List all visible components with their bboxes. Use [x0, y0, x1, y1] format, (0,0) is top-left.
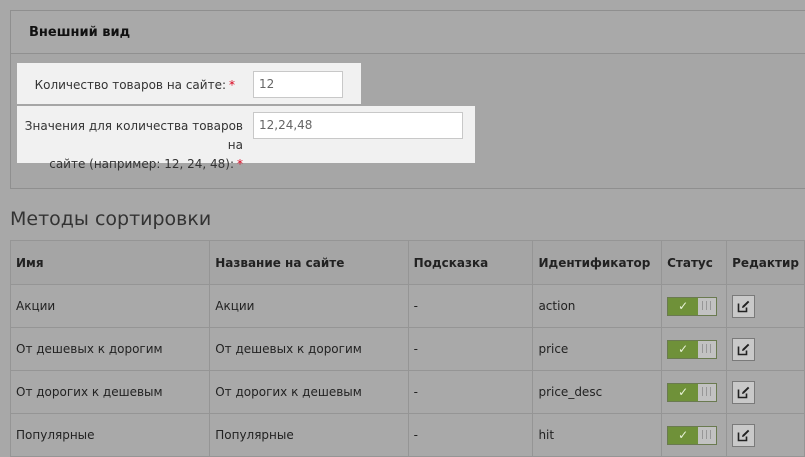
- appearance-title: Внешний вид: [29, 24, 131, 40]
- status-toggle[interactable]: ✓ |||: [667, 339, 718, 359]
- check-icon: ✓: [668, 383, 699, 401]
- table-header-row: Имя Название на сайте Подсказка Идентифи…: [9, 240, 805, 285]
- status-toggle[interactable]: ✓ |||: [667, 296, 718, 316]
- column-header-hint[interactable]: Подсказка: [407, 240, 534, 285]
- cell-edit: [726, 284, 805, 328]
- cell-name: Акции: [9, 284, 211, 328]
- column-header-name[interactable]: Имя: [9, 240, 211, 285]
- cell-edit: [726, 370, 805, 414]
- cell-site-name: Популярные: [209, 413, 409, 457]
- status-toggle[interactable]: ✓ |||: [667, 382, 718, 402]
- edit-icon: [737, 429, 750, 441]
- table-row: Популярные Популярные - hit ✓ |||: [9, 413, 805, 457]
- products-count-row: Количество товаров на сайте: * 12: [17, 63, 361, 104]
- cell-hint: -: [407, 327, 534, 371]
- check-icon: ✓: [668, 340, 699, 358]
- count-values-input[interactable]: 12,24,48: [253, 112, 463, 139]
- required-mark: *: [237, 157, 243, 171]
- cell-site-name: От дорогих к дешевым: [209, 370, 409, 414]
- count-values-row: Значения для количества товаров на сайте…: [17, 106, 475, 171]
- cell-site-name: Акции: [209, 284, 409, 328]
- cell-name: Популярные: [9, 413, 211, 457]
- products-count-input[interactable]: 12: [253, 71, 343, 98]
- count-values-label: Значения для количества товаров на сайте…: [24, 119, 243, 171]
- check-icon: ✓: [668, 297, 699, 315]
- cell-status: ✓ |||: [661, 327, 728, 371]
- sorting-section-title: Методы сортировки: [10, 208, 212, 230]
- bars-icon: |||: [698, 297, 717, 315]
- bars-icon: |||: [698, 383, 717, 401]
- cell-hint: -: [407, 370, 534, 414]
- cell-identifier: price: [532, 327, 663, 371]
- cell-hint: -: [407, 284, 534, 328]
- check-icon: ✓: [668, 426, 699, 444]
- column-header-status[interactable]: Статус: [661, 240, 728, 285]
- edit-button[interactable]: [732, 380, 756, 404]
- edit-icon: [737, 386, 750, 398]
- edit-button[interactable]: [732, 294, 756, 318]
- sorting-table: Имя Название на сайте Подсказка Идентифи…: [9, 240, 805, 457]
- appearance-panel-header: Внешний вид: [11, 11, 805, 54]
- table-row: От дорогих к дешевым От дорогих к дешевы…: [9, 370, 805, 414]
- table-row: Акции Акции - action ✓ |||: [9, 284, 805, 328]
- cell-site-name: От дешевых к дорогим: [209, 327, 409, 371]
- column-header-edit[interactable]: Редактир: [726, 240, 805, 285]
- table-row: От дешевых к дорогим От дешевых к дороги…: [9, 327, 805, 371]
- bars-icon: |||: [698, 340, 717, 358]
- edit-button[interactable]: [732, 337, 756, 361]
- cell-edit: [726, 327, 805, 371]
- cell-status: ✓ |||: [661, 370, 728, 414]
- products-count-label: Количество товаров на сайте: *: [34, 78, 235, 92]
- cell-hint: -: [407, 413, 534, 457]
- edit-button[interactable]: [732, 423, 756, 447]
- edit-icon: [737, 343, 750, 355]
- cell-status: ✓ |||: [661, 413, 728, 457]
- column-header-identifier[interactable]: Идентификатор: [532, 240, 663, 285]
- column-header-site-name[interactable]: Название на сайте: [209, 240, 409, 285]
- status-toggle[interactable]: ✓ |||: [667, 425, 718, 445]
- cell-name: От дорогих к дешевым: [9, 370, 211, 414]
- bars-icon: |||: [698, 426, 717, 444]
- cell-identifier: price_desc: [532, 370, 663, 414]
- edit-icon: [737, 300, 750, 312]
- cell-identifier: hit: [532, 413, 663, 457]
- cell-name: От дешевых к дорогим: [9, 327, 211, 371]
- cell-identifier: action: [532, 284, 663, 328]
- cell-status: ✓ |||: [661, 284, 728, 328]
- required-mark: *: [229, 78, 235, 92]
- cell-edit: [726, 413, 805, 457]
